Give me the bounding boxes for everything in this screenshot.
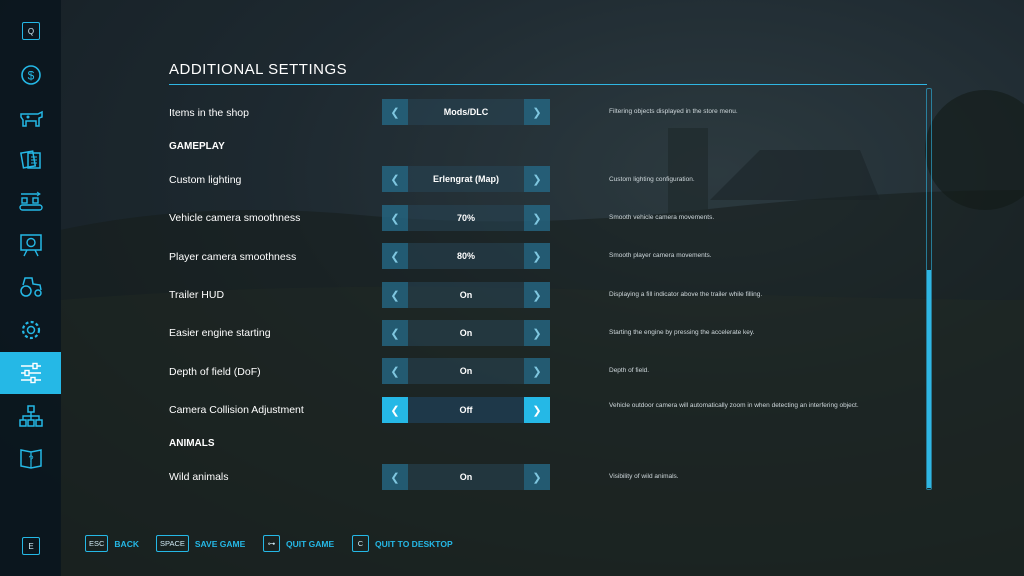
svg-text:?: ? bbox=[28, 454, 33, 464]
chevron-left-icon[interactable]: ❮ bbox=[382, 464, 408, 490]
chevron-left-icon[interactable]: ❮ bbox=[382, 282, 408, 308]
selector-value: Erlengrat (Map) bbox=[432, 174, 499, 184]
help-book-icon: ? bbox=[19, 449, 42, 469]
dollar-icon: $ bbox=[20, 65, 41, 85]
quit-game-label: QUIT GAME bbox=[286, 538, 335, 549]
hierarchy-icon bbox=[18, 405, 43, 427]
quit-game-button[interactable]: ⊶ QUIT GAME bbox=[263, 535, 334, 552]
title-divider bbox=[169, 84, 927, 85]
next-page-key[interactable]: E bbox=[22, 537, 40, 555]
chevron-right-icon[interactable]: ❯ bbox=[524, 464, 550, 490]
back-button[interactable]: ESC BACK bbox=[85, 535, 139, 552]
selector-trailer-hud[interactable]: ❮ On ❯ bbox=[382, 282, 550, 308]
setting-description: Vehicle outdoor camera will automaticall… bbox=[609, 402, 859, 409]
chevron-left-icon[interactable]: ❮ bbox=[382, 166, 408, 192]
quit-key-icon: ⊶ bbox=[263, 535, 280, 552]
save-game-label: SAVE GAME bbox=[194, 538, 246, 549]
scrollbar-thumb[interactable] bbox=[927, 270, 931, 488]
production-icon bbox=[18, 191, 43, 211]
settings-sliders-icon bbox=[20, 362, 41, 384]
selector-custom-lighting[interactable]: ❮ Erlengrat (Map) ❯ bbox=[382, 166, 550, 192]
chevron-right-icon[interactable]: ❯ bbox=[524, 358, 550, 384]
chevron-left-icon[interactable]: ❮ bbox=[382, 320, 408, 346]
back-label: BACK bbox=[114, 538, 139, 549]
cow-icon bbox=[19, 110, 43, 127]
chevron-left-icon[interactable]: ❮ bbox=[382, 205, 408, 231]
svg-text:$: $ bbox=[27, 69, 34, 83]
setting-label-vehicle-camera: Vehicle camera smoothness bbox=[169, 212, 301, 224]
contracts-icon bbox=[19, 150, 41, 169]
selector-player-camera[interactable]: ❮ 80% ❯ bbox=[382, 243, 550, 269]
sidebar-item-finances[interactable]: $ bbox=[0, 55, 61, 95]
chevron-left-icon[interactable]: ❮ bbox=[382, 358, 408, 384]
vehicles-icon bbox=[19, 277, 42, 297]
chevron-left-icon[interactable]: ❮ bbox=[382, 99, 408, 125]
selector-value: On bbox=[459, 472, 473, 482]
esc-key: ESC bbox=[85, 535, 109, 552]
selector-value: Mods/DLC bbox=[443, 107, 489, 117]
chevron-right-icon[interactable]: ❯ bbox=[524, 99, 550, 125]
gear-icon bbox=[21, 320, 40, 340]
selector-value: On bbox=[459, 290, 473, 300]
sidebar-item-animals[interactable] bbox=[0, 98, 61, 138]
selector-wild-animals[interactable]: ❮ On ❯ bbox=[382, 464, 550, 490]
setting-description: Depth of field. bbox=[609, 367, 650, 374]
setting-label-custom-lighting: Custom lighting bbox=[169, 174, 242, 186]
sidebar-item-controls[interactable] bbox=[0, 396, 61, 436]
setting-description: Visibility of wild animals. bbox=[609, 473, 679, 480]
selector-value: On bbox=[459, 366, 473, 376]
sidebar-item-help[interactable]: ? bbox=[0, 438, 61, 478]
setting-label-trailer-hud: Trailer HUD bbox=[169, 289, 225, 301]
section-heading-animals: ANIMALS bbox=[169, 438, 215, 449]
setting-label-engine-starting: Easier engine starting bbox=[169, 327, 271, 339]
chevron-right-icon[interactable]: ❯ bbox=[524, 243, 550, 269]
chevron-right-icon[interactable]: ❯ bbox=[524, 166, 550, 192]
sidebar: Q $ ? E bbox=[0, 0, 61, 576]
setting-description: Displaying a fill indicator above the tr… bbox=[609, 291, 763, 298]
selector-engine-starting[interactable]: ❮ On ❯ bbox=[382, 320, 550, 346]
setting-description: Smooth vehicle camera movements. bbox=[609, 214, 715, 221]
section-heading-gameplay: GAMEPLAY bbox=[169, 141, 225, 152]
chevron-right-icon[interactable]: ❯ bbox=[524, 397, 550, 423]
setting-label-wild-animals: Wild animals bbox=[169, 471, 229, 483]
setting-description: Custom lighting configuration. bbox=[609, 176, 695, 183]
selector-value: On bbox=[459, 328, 473, 338]
setting-label-items-shop: Items in the shop bbox=[169, 107, 249, 119]
selector-items-shop[interactable]: ❮ Mods/DLC ❯ bbox=[382, 99, 550, 125]
space-key: SPACE bbox=[156, 535, 189, 552]
quit-to-desktop-label: QUIT TO DESKTOP bbox=[375, 538, 453, 549]
chevron-left-icon[interactable]: ❮ bbox=[382, 397, 408, 423]
save-game-button[interactable]: SPACE SAVE GAME bbox=[156, 535, 245, 552]
selector-value: 80% bbox=[456, 251, 475, 261]
page-title: ADDITIONAL SETTINGS bbox=[169, 61, 348, 78]
chevron-right-icon[interactable]: ❯ bbox=[524, 205, 550, 231]
selector-vehicle-camera[interactable]: ❮ 70% ❯ bbox=[382, 205, 550, 231]
sidebar-item-contracts[interactable] bbox=[0, 140, 61, 180]
quit-to-desktop-button[interactable]: C QUIT TO DESKTOP bbox=[352, 535, 453, 552]
prev-page-key[interactable]: Q bbox=[22, 22, 40, 40]
sidebar-item-additional-settings[interactable] bbox=[0, 352, 61, 394]
selector-value: Off bbox=[459, 405, 473, 415]
setting-label-depth-of-field: Depth of field (DoF) bbox=[169, 366, 261, 378]
stats-icon bbox=[19, 234, 42, 257]
chevron-right-icon[interactable]: ❯ bbox=[524, 282, 550, 308]
setting-description: Filtering objects displayed in the store… bbox=[609, 108, 738, 115]
setting-description: Starting the engine by pressing the acce… bbox=[609, 329, 755, 336]
chevron-right-icon[interactable]: ❯ bbox=[524, 320, 550, 346]
setting-description: Smooth player camera movements. bbox=[609, 252, 712, 259]
c-key: C bbox=[352, 535, 369, 552]
sidebar-item-production[interactable] bbox=[0, 182, 61, 222]
sidebar-item-statistics[interactable] bbox=[0, 225, 61, 265]
setting-label-camera-collision: Camera Collision Adjustment bbox=[169, 404, 304, 416]
selector-camera-collision[interactable]: ❮ Off ❯ bbox=[382, 397, 550, 423]
chevron-left-icon[interactable]: ❮ bbox=[382, 243, 408, 269]
selector-value: 70% bbox=[456, 213, 475, 223]
sidebar-item-vehicles[interactable] bbox=[0, 267, 61, 307]
setting-label-player-camera: Player camera smoothness bbox=[169, 251, 297, 263]
sidebar-item-general-settings[interactable] bbox=[0, 310, 61, 350]
selector-depth-of-field[interactable]: ❮ On ❯ bbox=[382, 358, 550, 384]
